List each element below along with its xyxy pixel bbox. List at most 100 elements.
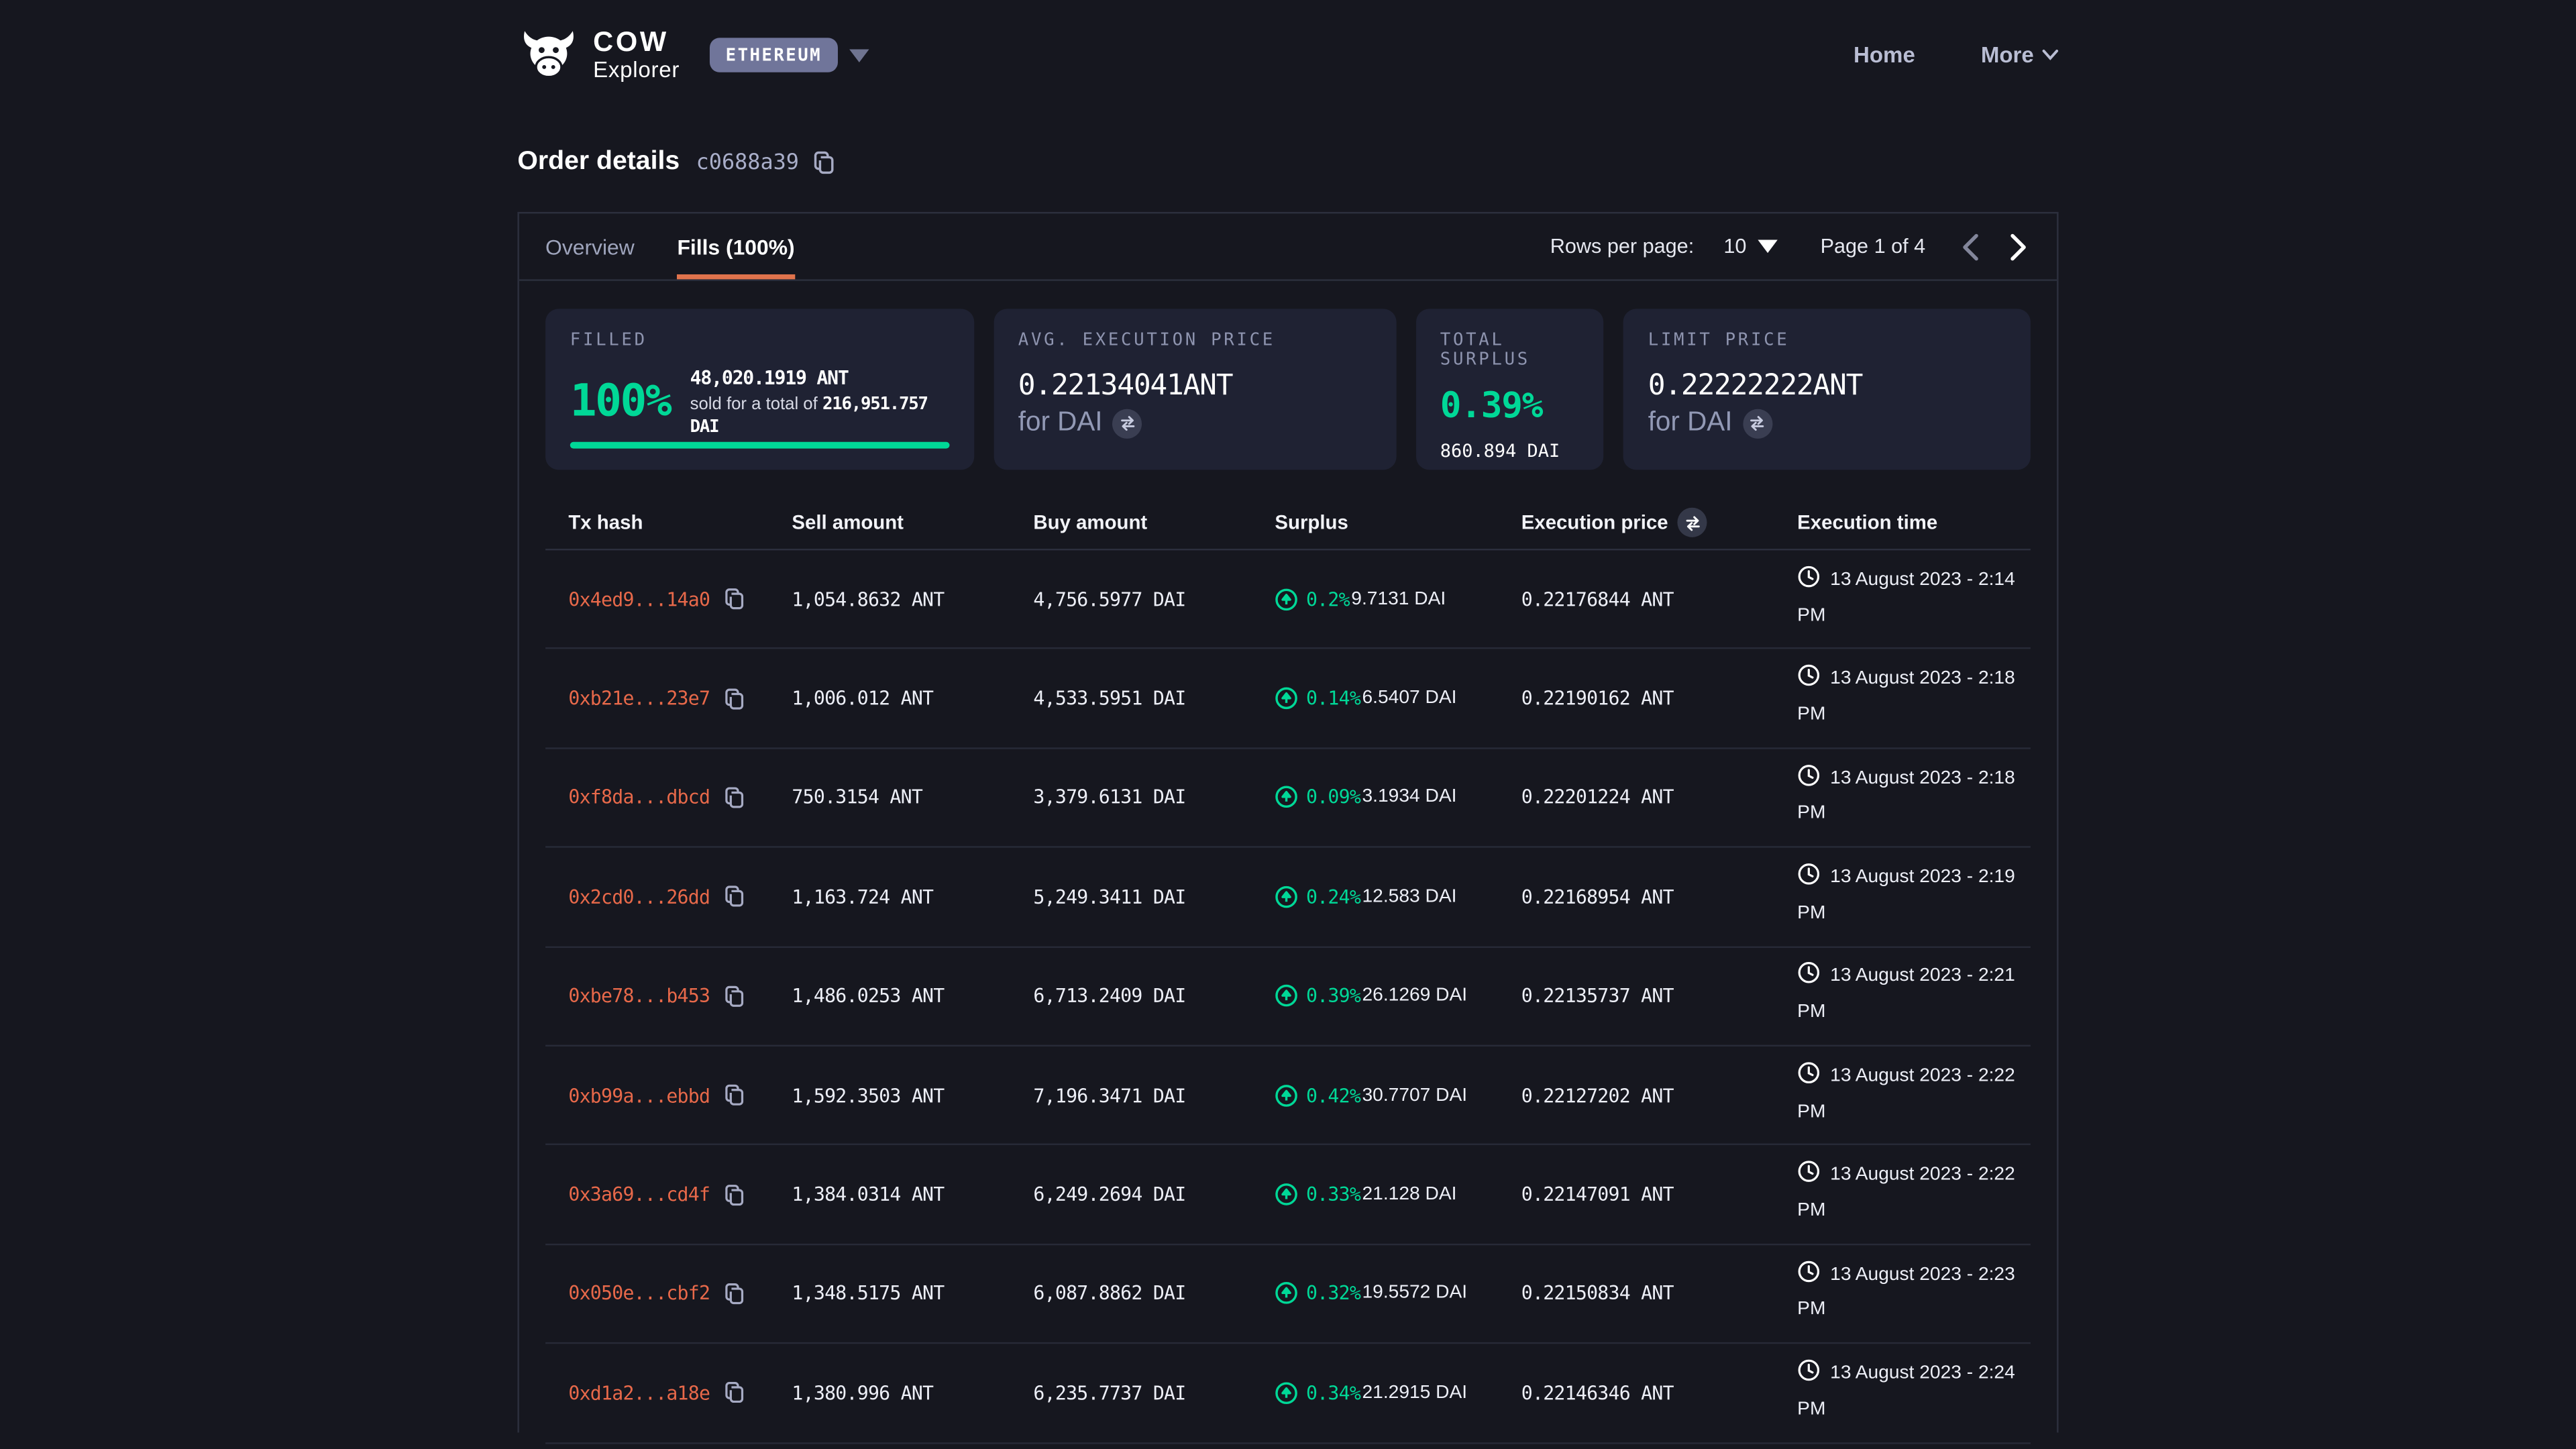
tx-hash-link[interactable]: 0xbe78...b453 [568,985,710,1008]
pagination-controls: Rows per page: 10 Page 1 of 4 [1550,213,2031,279]
tx-hash-link[interactable]: 0x3a69...cd4f [568,1183,710,1205]
copy-order-id-button[interactable] [812,150,837,176]
surplus-cell: 0.09% 3.1934 DAI [1275,786,1521,809]
execution-price-cell: 0.22168954 ANT [1521,885,1797,908]
execution-price-cell: 0.22146346 ANT [1521,1381,1797,1404]
nav-item-home[interactable]: Home [1854,43,1915,68]
rows-per-page-select[interactable]: 10 [1723,235,1778,258]
execution-time-cell: 13 August 2023 - 2:19 PM [1797,863,2031,931]
clock-icon [1797,1260,1820,1295]
limit-price-unit: for DAI [1648,407,1733,439]
arrow-up-circle-icon [1275,885,1297,908]
tx-hash-link[interactable]: 0xd1a2...a18e [568,1381,710,1404]
execution-time-text: 13 August 2023 - 2:18 PM [1797,669,2015,725]
clock-icon [1797,1358,1820,1394]
clock-icon [1797,565,1820,600]
tx-hash-link[interactable]: 0xf8da...dbcd [568,786,710,809]
invert-price-button[interactable] [1112,409,1142,438]
buy-amount-cell: 7,196.3471 DAI [1033,1083,1275,1106]
copy-icon [723,884,746,909]
arrow-up-circle-icon [1275,687,1297,710]
surplus-amount: 3.1934 DAI [1362,788,1457,807]
cow-explorer-logo[interactable]: COW Explorer [517,28,680,82]
tx-hash-link[interactable]: 0xb99a...ebbd [568,1083,710,1106]
tx-hash-link[interactable]: 0xb21e...23e7 [568,687,710,710]
table-row: 0x3a69...cd4f 1,384.0314 ANT 6,249.2694 … [545,1146,2031,1245]
order-fills-panel: Overview Fills (100%) Rows per page: 10 … [517,212,2058,1433]
surplus-percent: 0.39% [1306,985,1360,1008]
tx-hash-link[interactable]: 0x050e...cbf2 [568,1282,710,1305]
previous-page-button[interactable] [1958,229,1983,264]
invert-price-button[interactable] [1742,409,1772,438]
execution-price-cell: 0.22135737 ANT [1521,985,1797,1008]
sell-amount-cell: 750.3154 ANT [792,786,1033,809]
fill-progress-bar [570,441,949,449]
execution-time-cell: 13 August 2023 - 2:18 PM [1797,664,2031,733]
execution-time-text: 13 August 2023 - 2:14 PM [1797,570,2015,626]
network-selector-badge[interactable]: ETHEREUM [709,38,838,72]
avg-execution-price-unit: for DAI [1018,407,1103,439]
copy-icon [723,786,746,810]
arrow-up-circle-icon [1275,1183,1297,1205]
filled-label: FILLED [570,330,949,350]
buy-amount-cell: 4,533.5951 DAI [1033,687,1275,710]
next-page-button[interactable] [2006,229,2031,264]
rows-per-page-caret-icon [1758,240,1778,254]
execution-time-text: 13 August 2023 - 2:18 PM [1797,768,2015,824]
tx-hash-link[interactable]: 0x4ed9...14a0 [568,588,710,610]
tab-fills[interactable]: Fills (100%) [677,213,794,279]
execution-time-cell: 13 August 2023 - 2:14 PM [1797,565,2031,633]
copy-icon [812,150,837,176]
clock-icon [1797,1061,1820,1097]
copy-tx-hash-button[interactable] [723,1381,746,1405]
column-header-surplus: Surplus [1275,511,1521,534]
nav-item-more[interactable]: More [1981,43,2059,68]
avg-execution-price-label: AVG. EXECUTION PRICE [1018,330,1371,350]
surplus-percent: 0.34% [1306,1381,1360,1404]
copy-icon [723,1281,746,1306]
page-title: Order details [517,148,680,177]
clock-icon [1797,962,1820,998]
invert-price-column-button[interactable] [1678,508,1707,537]
column-header-execution-time: Execution time [1797,511,2031,534]
surplus-cell: 0.33% 21.128 DAI [1275,1183,1521,1205]
copy-tx-hash-button[interactable] [723,983,746,1008]
copy-tx-hash-button[interactable] [723,1083,746,1108]
copy-tx-hash-button[interactable] [723,884,746,909]
execution-price-cell: 0.22150834 ANT [1521,1282,1797,1305]
copy-icon [723,587,746,612]
network-caret-icon[interactable] [850,48,869,62]
tab-overview[interactable]: Overview [545,213,635,279]
copy-tx-hash-button[interactable] [723,686,746,711]
filled-card: FILLED 100% 48,020.1919 ANT sold for a t… [545,309,974,470]
arrow-up-circle-icon [1275,1282,1297,1305]
order-id: c0688a39 [696,150,799,175]
table-body: 0x4ed9...14a0 1,054.8632 ANT 4,756.5977 … [545,550,2031,1443]
swap-horizontal-icon [1684,513,1702,531]
table-row: 0xb99a...ebbd 1,592.3503 ANT 7,196.3471 … [545,1046,2031,1146]
sell-amount-cell: 1,348.5175 ANT [792,1282,1033,1305]
sell-amount-cell: 1,384.0314 ANT [792,1183,1033,1205]
cow-explorer-page: COW Explorer ETHEREUM Home More Order de… [0,0,2576,1449]
tx-hash-link[interactable]: 0x2cd0...26dd [568,885,710,908]
buy-amount-cell: 6,087.8862 DAI [1033,1282,1275,1305]
total-surplus-percent: 0.39% [1440,386,1579,427]
copy-tx-hash-button[interactable] [723,587,746,612]
copy-tx-hash-button[interactable] [723,786,746,810]
execution-price-cell: 0.22147091 ANT [1521,1183,1797,1205]
total-surplus-card: TOTAL SURPLUS 0.39% 860.894 DAI [1415,309,1604,470]
filled-amount: 48,020.1919 ANT [690,366,949,392]
copy-tx-hash-button[interactable] [723,1281,746,1306]
cow-face-icon [517,30,580,80]
copy-icon [723,1182,746,1207]
surplus-amount: 30.7707 DAI [1362,1085,1468,1105]
execution-price-cell: 0.22201224 ANT [1521,786,1797,809]
buy-amount-cell: 4,756.5977 DAI [1033,588,1275,610]
limit-price-label: LIMIT PRICE [1648,330,2006,350]
total-surplus-label: TOTAL SURPLUS [1440,330,1579,370]
surplus-percent: 0.14% [1306,687,1360,710]
limit-price-card: LIMIT PRICE 0.22222222ANT for DAI [1623,309,2031,470]
filled-percent: 100% [570,377,670,428]
copy-tx-hash-button[interactable] [723,1182,746,1207]
chevron-right-icon [2009,233,2027,261]
